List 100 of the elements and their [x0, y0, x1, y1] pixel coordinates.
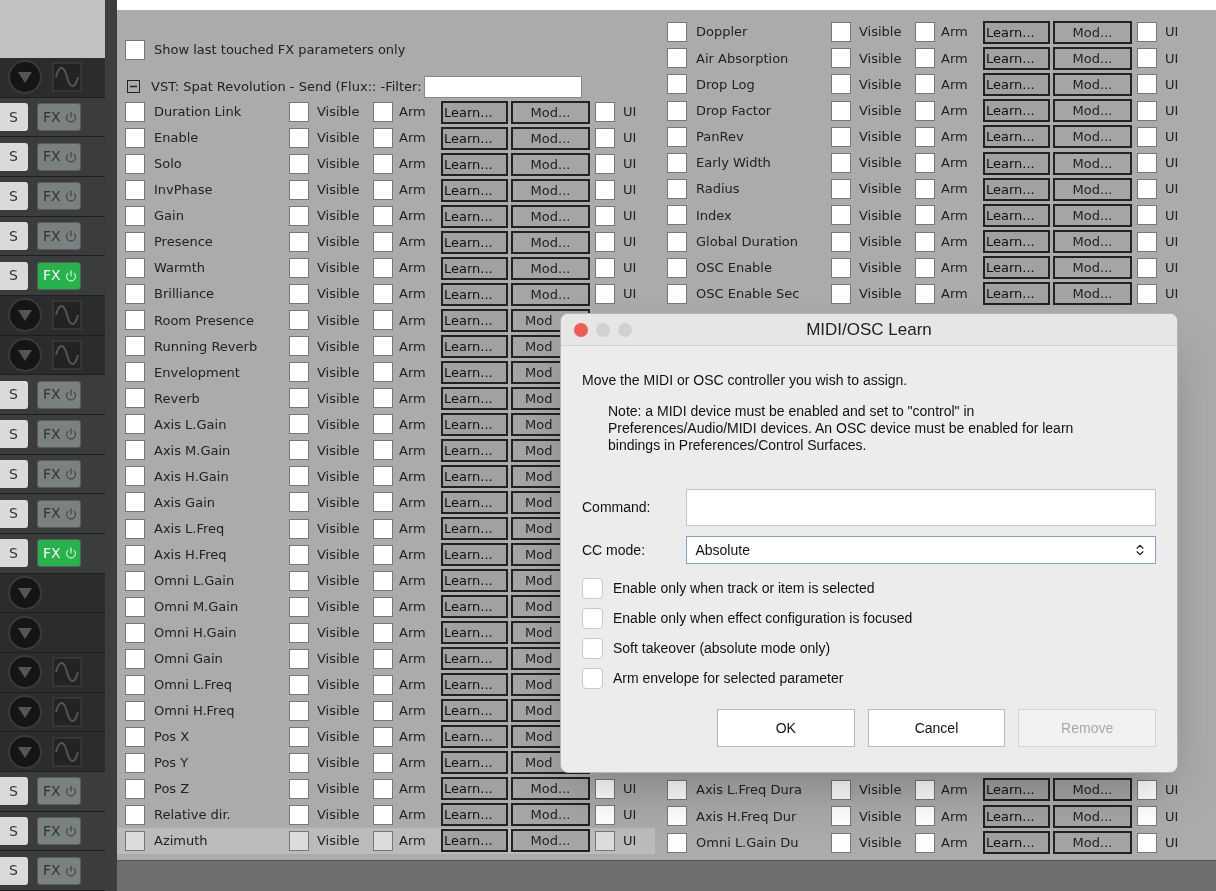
checkbox[interactable]: [125, 440, 145, 461]
learn-button[interactable]: Learn...: [983, 151, 1050, 175]
checkbox[interactable]: [373, 154, 393, 175]
checkbox[interactable]: [373, 648, 393, 669]
checkbox[interactable]: [831, 257, 851, 278]
checkbox[interactable]: [125, 232, 145, 253]
checkbox[interactable]: [595, 258, 615, 279]
checkbox[interactable]: [667, 179, 687, 200]
checkbox[interactable]: [373, 440, 393, 461]
learn-button[interactable]: Learn...: [441, 491, 508, 514]
mod-button[interactable]: Mod...: [511, 282, 590, 306]
checkbox[interactable]: [373, 232, 393, 253]
checkbox[interactable]: [595, 154, 615, 175]
checkbox[interactable]: [125, 466, 145, 487]
command-field[interactable]: [686, 489, 1156, 526]
checkbox[interactable]: [582, 668, 603, 689]
checkbox[interactable]: [915, 74, 935, 95]
mod-button[interactable]: Mod...: [511, 256, 590, 280]
checkbox[interactable]: [667, 126, 687, 147]
learn-button[interactable]: Learn...: [983, 72, 1050, 96]
checkbox[interactable]: [125, 648, 145, 669]
checkbox[interactable]: [289, 206, 309, 227]
learn-button[interactable]: Learn...: [441, 152, 508, 176]
checkbox[interactable]: [125, 206, 145, 227]
mod-button[interactable]: Mod...: [511, 803, 590, 827]
checkbox[interactable]: [289, 440, 309, 461]
checkbox[interactable]: [373, 674, 393, 695]
checkbox[interactable]: [667, 779, 687, 800]
learn-button[interactable]: Learn...: [441, 204, 508, 228]
learn-button[interactable]: Learn...: [441, 595, 508, 619]
solo-button[interactable]: S: [0, 499, 28, 528]
solo-button[interactable]: S: [0, 380, 28, 409]
dialog-button[interactable]: Cancel: [867, 709, 1006, 747]
collapse-icon[interactable]: [127, 80, 140, 93]
learn-button[interactable]: Learn...: [983, 256, 1050, 280]
mod-button[interactable]: Mod...: [1053, 203, 1132, 227]
checkbox[interactable]: [125, 284, 145, 305]
checkbox[interactable]: [289, 648, 309, 669]
learn-button[interactable]: Learn...: [441, 334, 508, 358]
checkbox[interactable]: [831, 179, 851, 200]
checkbox[interactable]: [125, 39, 145, 60]
checkbox[interactable]: [595, 206, 615, 227]
checkbox[interactable]: [595, 128, 615, 149]
checkbox[interactable]: [289, 102, 309, 122]
checkbox[interactable]: [1137, 126, 1157, 147]
checkbox[interactable]: [289, 544, 309, 565]
checkbox[interactable]: [667, 48, 687, 69]
checkbox[interactable]: [1137, 179, 1157, 200]
mod-button[interactable]: Mod...: [1053, 177, 1132, 201]
checkbox[interactable]: [595, 778, 615, 799]
learn-button[interactable]: Learn...: [441, 621, 508, 645]
solo-button[interactable]: S: [0, 856, 28, 885]
learn-button[interactable]: Learn...: [983, 99, 1050, 123]
learn-button[interactable]: Learn...: [983, 177, 1050, 201]
learn-button[interactable]: Learn...: [983, 46, 1050, 70]
solo-button[interactable]: S: [0, 222, 28, 250]
mod-button[interactable]: Mod...: [1053, 72, 1132, 96]
checkbox[interactable]: [667, 283, 687, 304]
close-button[interactable]: [574, 323, 588, 337]
mod-button[interactable]: Mod...: [511, 204, 590, 228]
learn-button[interactable]: Learn...: [441, 647, 508, 671]
checkbox[interactable]: [373, 700, 393, 721]
checkbox[interactable]: [831, 74, 851, 95]
checkbox[interactable]: [289, 622, 309, 643]
checkbox[interactable]: [1137, 100, 1157, 121]
learn-button[interactable]: Learn...: [983, 230, 1050, 254]
learn-button[interactable]: Learn...: [441, 438, 508, 462]
filter-field[interactable]: [423, 75, 582, 98]
learn-button[interactable]: Learn...: [983, 804, 1050, 828]
checkbox[interactable]: [373, 726, 393, 747]
checkbox[interactable]: [595, 830, 615, 851]
checkbox[interactable]: [125, 102, 145, 122]
checkbox[interactable]: [373, 336, 393, 357]
checkbox[interactable]: [125, 596, 145, 617]
mod-button[interactable]: Mod...: [511, 126, 590, 150]
checkbox[interactable]: [831, 205, 851, 226]
solo-button[interactable]: S: [0, 817, 28, 846]
checkbox[interactable]: [915, 779, 935, 800]
checkbox[interactable]: [373, 752, 393, 773]
checkbox[interactable]: [125, 310, 145, 331]
learn-button[interactable]: Learn...: [441, 360, 508, 384]
checkbox[interactable]: [289, 154, 309, 175]
checkbox[interactable]: [667, 74, 687, 95]
mod-button[interactable]: Mod...: [1053, 282, 1132, 306]
checkbox[interactable]: [831, 832, 851, 853]
checkbox[interactable]: [582, 638, 603, 659]
checkbox[interactable]: [289, 570, 309, 591]
checkbox[interactable]: [915, 205, 935, 226]
learn-button[interactable]: Learn...: [441, 256, 508, 280]
learn-button[interactable]: Learn...: [441, 725, 508, 749]
checkbox[interactable]: [915, 48, 935, 69]
checkbox[interactable]: [1137, 22, 1157, 43]
solo-button[interactable]: S: [0, 182, 28, 211]
checkbox[interactable]: [373, 830, 393, 851]
solo-button[interactable]: S: [0, 420, 28, 449]
learn-button[interactable]: Learn...: [983, 282, 1050, 306]
checkbox[interactable]: [831, 100, 851, 121]
learn-button[interactable]: Learn...: [441, 517, 508, 540]
checkbox[interactable]: [915, 283, 935, 304]
solo-button[interactable]: S: [0, 142, 28, 171]
